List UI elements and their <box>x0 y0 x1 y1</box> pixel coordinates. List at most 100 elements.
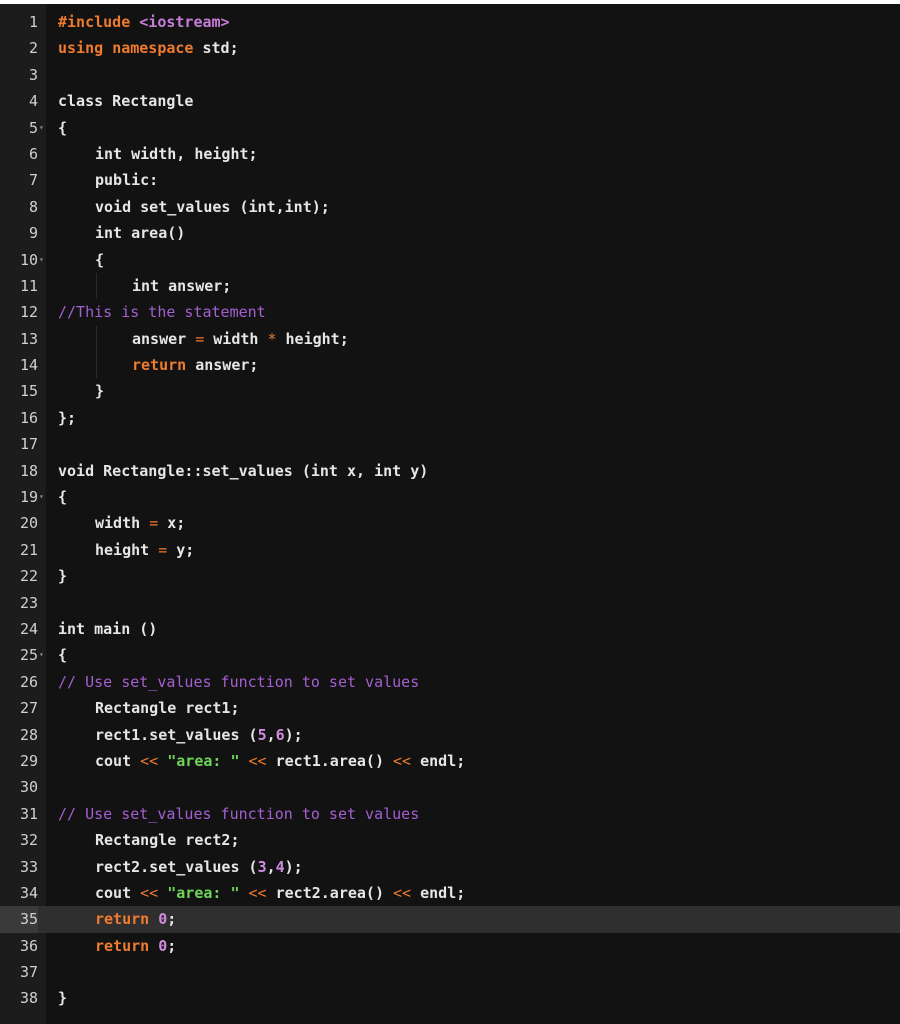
code-token: //This is the statement <box>58 303 266 322</box>
fold-toggle-icon[interactable]: ▾ <box>39 642 46 668</box>
code-line[interactable]: 5 ▾ { <box>0 115 900 141</box>
code-line[interactable]: 32 Rectangle rect2; <box>0 827 900 853</box>
code-line[interactable]: 23 <box>0 590 900 616</box>
code-line[interactable]: 35 return 0; <box>0 906 900 933</box>
code-token: namespace <box>112 39 194 58</box>
code-token: return <box>95 936 150 955</box>
code-token: = <box>149 514 159 533</box>
code-token: x; <box>158 514 186 533</box>
code-line[interactable]: 12 //This is the statement <box>0 299 900 325</box>
line-number: 10 <box>19 250 38 269</box>
code-text: { <box>58 484 67 510</box>
code-line[interactable]: 22} <box>0 563 900 589</box>
code-token: } <box>95 382 105 401</box>
fold-toggle-icon[interactable]: ▾ <box>39 484 46 510</box>
code-line[interactable]: 30 <box>0 774 900 800</box>
code-text: }; <box>58 405 76 431</box>
code-token: 0 <box>158 910 168 929</box>
code-text: public: <box>95 167 158 193</box>
code-token: }; <box>58 408 77 427</box>
line-number: 16 <box>19 408 38 427</box>
code-line[interactable]: 2 using namespace std; <box>0 35 900 61</box>
code-text: return 0; <box>95 906 176 932</box>
code-editor[interactable]: 1 #include <iostream> 2 using namespace std… <box>0 4 900 1024</box>
code-token: << <box>140 883 159 902</box>
code-token: int answer; <box>132 276 232 295</box>
code-line[interactable]: 3 <box>0 62 900 88</box>
code-line[interactable]: 24 int main () <box>0 616 900 642</box>
code-text: height = y; <box>95 537 194 563</box>
code-line[interactable]: 33 rect2.set_values (3,4); <box>0 854 900 880</box>
code-line[interactable]: 9 int area() <box>0 220 900 246</box>
code-token: y; <box>167 540 195 559</box>
code-line[interactable]: 25 ▾ { <box>0 642 900 668</box>
code-text: answer = width * height; <box>132 326 349 352</box>
code-line[interactable]: 28 rect1.set_values (5,6); <box>0 722 900 748</box>
code-token: height; <box>276 329 349 348</box>
code-token: rect2.area() <box>266 883 394 902</box>
code-token: } <box>58 567 68 586</box>
code-line[interactable]: 38} <box>0 985 900 1011</box>
code-line[interactable]: 13 answer = width * height; <box>0 325 900 353</box>
code-line[interactable]: 11 int answer; <box>0 272 900 300</box>
code-line[interactable]: 34 cout << "area: " << rect2.area() << en… <box>0 880 900 906</box>
line-number: 12 <box>19 303 38 322</box>
line-number: 31 <box>19 804 38 823</box>
code-line[interactable]: 27 Rectangle rect1; <box>0 695 900 721</box>
code-line[interactable]: 1 #include <iostream> <box>0 9 900 35</box>
code-line[interactable]: 15} <box>0 378 900 404</box>
indent-guide <box>96 325 97 353</box>
line-number: 11 <box>19 276 38 295</box>
line-number: 23 <box>19 593 38 612</box>
code-text: } <box>58 563 67 589</box>
code-line[interactable]: 26 // Use set_values function to set valu… <box>0 669 900 695</box>
code-token: #include <box>58 13 140 31</box>
code-line[interactable]: 7 public: <box>0 167 900 193</box>
code-line[interactable]: 18 void Rectangle::set_values (int x, int… <box>0 458 900 484</box>
code-line[interactable]: 31 // Use set_values function to set valu… <box>0 801 900 827</box>
code-lines[interactable]: 1 #include <iostream> 2 using namespace std… <box>0 9 900 1012</box>
code-token: << <box>248 751 267 770</box>
code-token: ); <box>284 725 303 744</box>
code-token: ); <box>284 857 303 876</box>
code-line[interactable]: 21 height = y; <box>0 537 900 563</box>
code-token: return <box>132 356 187 375</box>
code-token: // Use set_values function to set values <box>58 672 420 691</box>
code-text: Rectangle rect1; <box>95 695 240 721</box>
code-line[interactable]: 10 ▾ { <box>0 247 900 273</box>
code-token: int main () <box>58 619 158 638</box>
line-number: 30 <box>19 778 38 797</box>
code-token: return <box>95 910 150 929</box>
code-line[interactable]: 16}; <box>0 405 900 431</box>
line-number: 2 <box>28 39 38 58</box>
code-token: 3 <box>257 857 267 876</box>
code-token: , <box>266 725 276 744</box>
code-token: 0 <box>158 936 168 955</box>
code-token: { <box>58 118 68 137</box>
code-line[interactable]: 29 cout << "area: " << rect1.area() << en… <box>0 748 900 774</box>
code-text: return 0; <box>95 933 176 959</box>
code-token: = <box>195 329 205 348</box>
code-line[interactable]: 14 return answer; <box>0 352 900 379</box>
code-token: using <box>58 39 104 58</box>
code-line[interactable]: 8 void set_values (int,int); <box>0 194 900 220</box>
code-line[interactable]: 37 <box>0 959 900 985</box>
code-text: int main () <box>58 616 157 642</box>
code-token: <iostream> <box>139 13 230 31</box>
code-token: endl; <box>411 751 466 770</box>
fold-toggle-icon[interactable]: ▾ <box>39 247 46 273</box>
line-number: 38 <box>19 989 38 1008</box>
code-line[interactable]: 17 <box>0 431 900 457</box>
fold-toggle-icon[interactable]: ▾ <box>39 115 46 141</box>
code-line[interactable]: 20 width = x; <box>0 510 900 536</box>
code-line[interactable]: 19 ▾ { <box>0 484 900 510</box>
code-token: 5 <box>257 725 267 744</box>
code-line[interactable]: 36 return 0; <box>0 933 900 959</box>
code-text: void set_values (int,int); <box>95 194 330 220</box>
code-line[interactable]: 4 class Rectangle <box>0 88 900 114</box>
code-line[interactable]: 6 int width, height; <box>0 141 900 167</box>
line-number: 36 <box>19 936 38 955</box>
code-token: width <box>95 514 150 533</box>
